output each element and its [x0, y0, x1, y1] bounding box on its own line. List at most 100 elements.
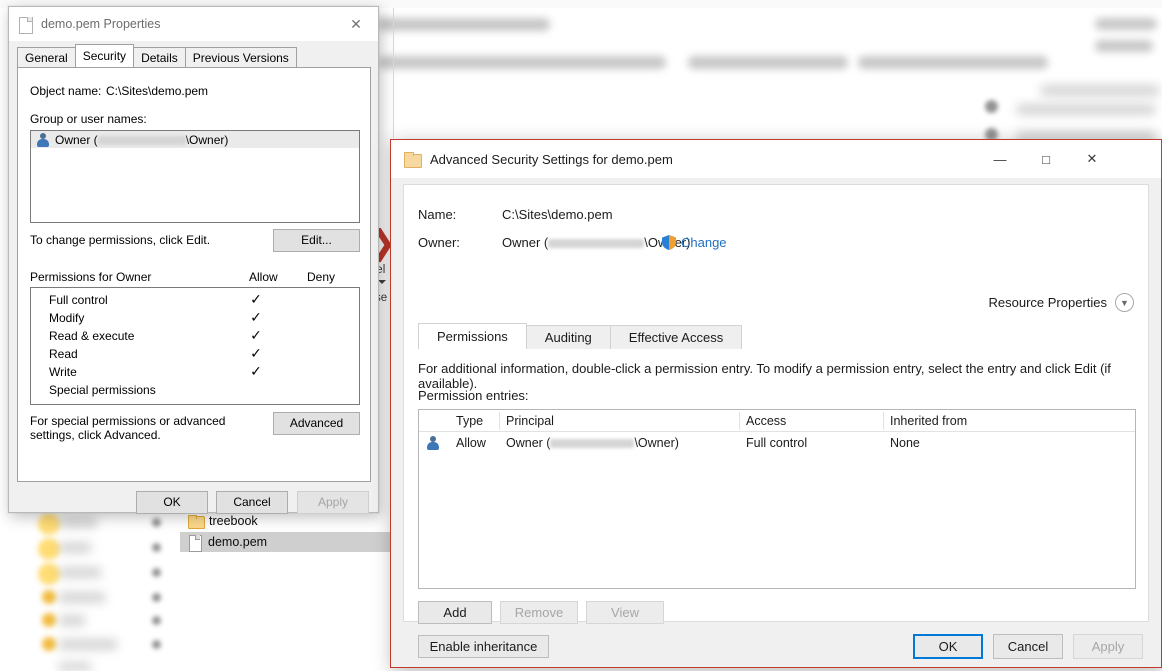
advanced-tabs[interactable]: Permissions Auditing Effective Access: [418, 323, 743, 349]
apply-button: Apply: [1073, 634, 1143, 659]
blurred-folder-icon: [42, 613, 56, 627]
enable-inheritance-button[interactable]: Enable inheritance: [418, 635, 549, 658]
file-name: demo.pem: [208, 535, 268, 549]
blurred-icon: [152, 616, 161, 625]
close-icon[interactable]: ✕: [1069, 140, 1115, 178]
cell-access: Full control: [746, 436, 808, 450]
blurred-nav-label: [58, 567, 102, 578]
maximize-icon[interactable]: □: [1023, 140, 1069, 178]
column-header-principal: Principal: [506, 414, 554, 428]
tab-general[interactable]: General: [17, 47, 76, 67]
document-icon: [19, 16, 33, 34]
minimize-icon[interactable]: —: [977, 140, 1023, 178]
permission-name: Read & execute: [49, 329, 135, 343]
owner-label: Owner:: [418, 235, 460, 250]
list-item[interactable]: demo.pem: [180, 532, 410, 552]
table-row[interactable]: Full control ✓: [31, 291, 359, 309]
folder-icon: [404, 152, 422, 168]
blurred-nav-label: [58, 639, 118, 650]
resource-properties-toggle[interactable]: Resource Properties ▼: [989, 293, 1134, 312]
tab-security[interactable]: Security: [74, 44, 135, 67]
edit-button[interactable]: Edit...: [273, 229, 360, 252]
chevron-down-icon[interactable]: ▼: [1115, 293, 1134, 312]
table-row[interactable]: Read ✓: [31, 345, 359, 363]
add-button[interactable]: Add: [418, 601, 492, 624]
permission-name: Special permissions: [49, 383, 156, 397]
column-header-access: Access: [746, 414, 787, 428]
ok-button[interactable]: OK: [136, 491, 208, 514]
group-user-listbox[interactable]: Owner ( \Owner): [30, 130, 360, 223]
table-header-row: Type Principal Access Inherited from: [419, 410, 1135, 432]
ok-button[interactable]: OK: [913, 634, 983, 659]
table-row[interactable]: Modify ✓: [31, 309, 359, 327]
document-icon: [188, 534, 202, 552]
name-value: C:\Sites\demo.pem: [502, 207, 613, 222]
explorer-file-list[interactable]: treebook demo.pem: [180, 508, 410, 668]
permission-allow-check[interactable]: ✓: [247, 291, 265, 309]
explorer-nav-pane[interactable]: [0, 505, 180, 671]
list-item-owner[interactable]: Owner ( \Owner): [31, 131, 359, 148]
file-properties-window[interactable]: demo.pem Properties ✕ General Security D…: [8, 6, 379, 514]
blurred-folder-icon: [42, 590, 56, 604]
blurred-nav-label: [58, 592, 106, 603]
blurred-ribbon-text: [688, 56, 848, 69]
advanced-button[interactable]: Advanced: [273, 412, 360, 435]
tab-permissions[interactable]: Permissions: [418, 323, 527, 349]
blurred-ribbon-text: [1095, 40, 1153, 52]
file-name: treebook: [209, 514, 258, 528]
advanced-body-panel: Name: C:\Sites\demo.pem Owner: Owner ( \O…: [403, 184, 1149, 658]
permissions-listbox[interactable]: Full control ✓ Modify ✓ Read & execute ✓…: [30, 287, 360, 405]
redacted-domain: [548, 239, 645, 249]
permission-name: Read: [49, 347, 78, 361]
permission-allow-check[interactable]: ✓: [247, 363, 265, 381]
blurred-folder-icon: [38, 513, 60, 535]
group-or-user-names-label: Group or user names:: [30, 112, 147, 126]
permission-entries-table[interactable]: Type Principal Access Inherited from All…: [418, 409, 1136, 589]
cancel-button[interactable]: Cancel: [216, 491, 288, 514]
permission-allow-check[interactable]: ✓: [247, 345, 265, 363]
properties-titlebar[interactable]: demo.pem Properties ✕: [9, 7, 378, 41]
blurred-ribbon-text: [378, 56, 666, 69]
cell-principal: Owner ( \Owner): [506, 432, 679, 454]
change-link-label: Change: [681, 235, 727, 250]
blurred-nav-label: [58, 517, 98, 528]
tab-auditing[interactable]: Auditing: [525, 325, 611, 349]
security-tab-panel: Object name: C:\Sites\demo.pem Group or …: [17, 67, 371, 482]
name-label: Name:: [418, 207, 457, 222]
object-name-value: C:\Sites\demo.pem: [106, 84, 209, 98]
properties-tabs[interactable]: General Security Details Previous Versio…: [17, 44, 378, 67]
column-divider[interactable]: [883, 412, 884, 430]
close-icon[interactable]: ✕: [334, 7, 378, 41]
permission-name: Write: [49, 365, 77, 379]
principal-prefix: Owner (: [506, 436, 551, 450]
permission-allow-check[interactable]: ✓: [247, 309, 265, 327]
cancel-button[interactable]: Cancel: [993, 634, 1063, 659]
blurred-nav-label: [58, 615, 86, 626]
table-row[interactable]: Allow Owner (\Owner) Full control None: [419, 432, 1135, 454]
chevron-down-icon[interactable]: [378, 280, 386, 284]
table-row[interactable]: Special permissions: [31, 381, 359, 399]
tab-effective-access[interactable]: Effective Access: [609, 325, 743, 349]
owner-suffix: \Owner): [185, 132, 229, 147]
column-divider[interactable]: [739, 412, 740, 430]
additional-information-text: For additional information, double-click…: [418, 361, 1111, 391]
advanced-titlebar[interactable]: Advanced Security Settings for demo.pem …: [391, 140, 1161, 178]
principal-suffix: \Owner): [634, 436, 679, 450]
change-owner-link[interactable]: Change: [662, 235, 727, 250]
tab-previous-versions[interactable]: Previous Versions: [184, 47, 297, 67]
blurred-nav-label: [58, 542, 92, 553]
advanced-security-settings-window[interactable]: Advanced Security Settings for demo.pem …: [390, 139, 1162, 668]
blurred-icon: [152, 543, 161, 552]
list-item[interactable]: treebook: [180, 511, 258, 531]
table-row[interactable]: Read & execute ✓: [31, 327, 359, 345]
special-permissions-note: For special permissions or advanced sett…: [30, 414, 226, 442]
blurred-icon: [152, 593, 161, 602]
column-divider[interactable]: [499, 412, 500, 430]
permission-allow-check[interactable]: ✓: [247, 327, 265, 345]
blurred-nav-label: [58, 662, 92, 671]
table-row[interactable]: Write ✓: [31, 363, 359, 381]
user-icon: [426, 436, 439, 450]
owner-prefix: Owner (: [55, 132, 98, 147]
tab-details[interactable]: Details: [133, 47, 186, 67]
apply-button: Apply: [297, 491, 369, 514]
